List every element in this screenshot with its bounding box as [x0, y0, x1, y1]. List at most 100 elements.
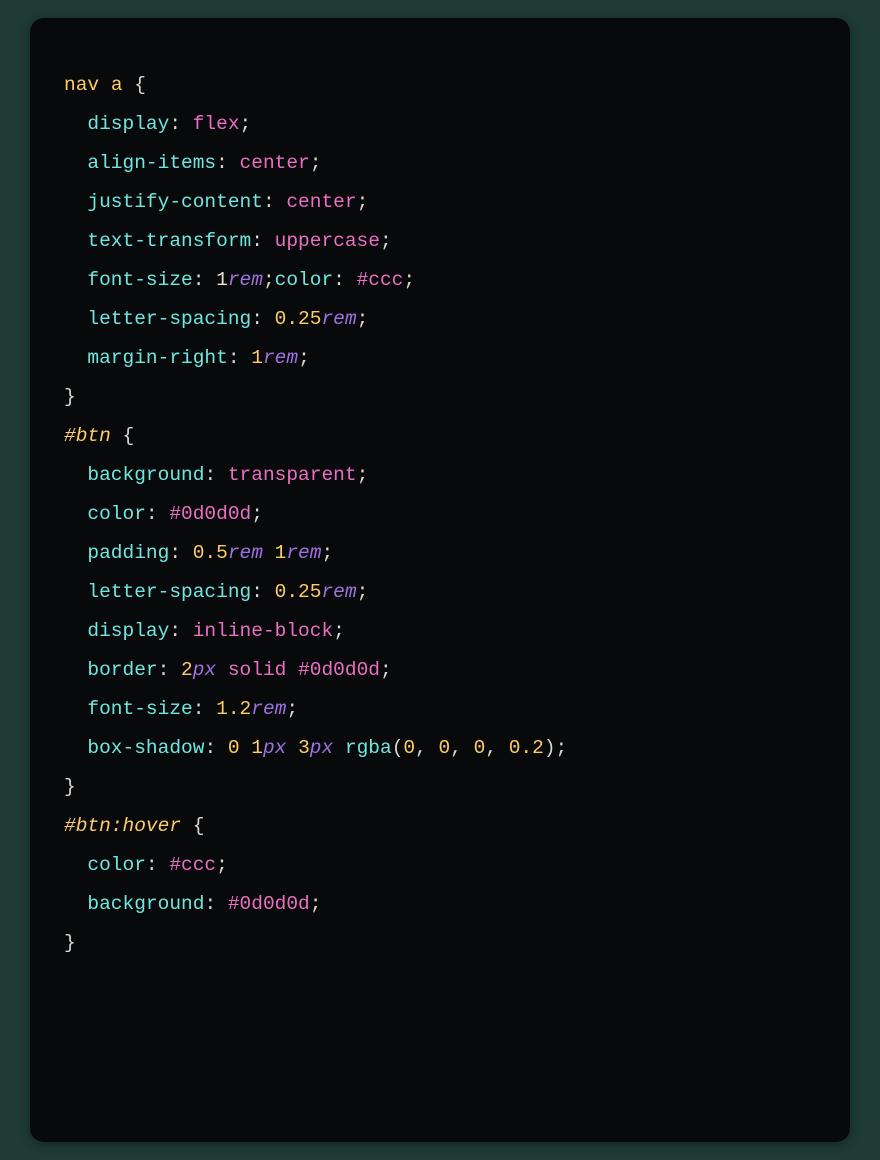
code-line: nav a {	[64, 74, 146, 96]
code-line: }	[64, 386, 76, 408]
selector: #btn	[64, 425, 111, 447]
colon: :	[146, 854, 158, 876]
semicolon: ;	[357, 308, 369, 330]
property: display	[87, 620, 169, 642]
unit: rem	[228, 542, 263, 564]
property: display	[87, 113, 169, 135]
semicolon: ;	[310, 152, 322, 174]
colon: :	[263, 191, 275, 213]
code-line: margin-right: 1rem;	[64, 347, 310, 369]
code-line: color: #0d0d0d;	[64, 503, 263, 525]
selector: #btn	[64, 815, 111, 837]
colon: :	[193, 698, 205, 720]
code-card: nav a { display: flex; align-items: cent…	[30, 18, 850, 1142]
number: 3	[298, 737, 310, 759]
property: padding	[87, 542, 169, 564]
function: rgba	[345, 737, 392, 759]
semicolon: ;	[357, 581, 369, 603]
colon: :	[216, 152, 228, 174]
colon: :	[251, 230, 263, 252]
unit: rem	[321, 581, 356, 603]
colon: :	[169, 542, 181, 564]
code-line: text-transform: uppercase;	[64, 230, 392, 252]
semicolon: ;	[216, 854, 228, 876]
property: font-size	[87, 698, 192, 720]
code-line: display: flex;	[64, 113, 251, 135]
unit: rem	[286, 542, 321, 564]
number: 0.5	[193, 542, 228, 564]
colon: :	[333, 269, 345, 291]
code-line: }	[64, 932, 76, 954]
property: color	[87, 503, 146, 525]
semicolon: ;	[251, 503, 263, 525]
paren-close: )	[544, 737, 556, 759]
number: 0.25	[275, 581, 322, 603]
code-line: border: 2px solid #0d0d0d;	[64, 659, 392, 681]
semicolon: ;	[403, 269, 415, 291]
semicolon: ;	[357, 464, 369, 486]
code-line: padding: 0.5rem 1rem;	[64, 542, 333, 564]
value: center	[286, 191, 356, 213]
number: 2	[181, 659, 193, 681]
colon: :	[204, 893, 216, 915]
number: 0	[228, 737, 240, 759]
property: color	[275, 269, 334, 291]
property: margin-right	[87, 347, 227, 369]
code-line: letter-spacing: 0.25rem;	[64, 308, 368, 330]
code-line: display: inline-block;	[64, 620, 345, 642]
colon: :	[169, 113, 181, 135]
brace-open: {	[193, 815, 205, 837]
code-line: background: transparent;	[64, 464, 368, 486]
code-line: font-size: 1rem;color: #ccc;	[64, 269, 415, 291]
property: letter-spacing	[87, 581, 251, 603]
property: box-shadow	[87, 737, 204, 759]
unit: rem	[251, 698, 286, 720]
semicolon: ;	[380, 230, 392, 252]
property: color	[87, 854, 146, 876]
code-line: letter-spacing: 0.25rem;	[64, 581, 368, 603]
number: 0	[439, 737, 451, 759]
comma: ,	[415, 737, 427, 759]
semicolon: ;	[310, 893, 322, 915]
brace-open: {	[134, 74, 146, 96]
unit: px	[263, 737, 286, 759]
code-line: font-size: 1.2rem;	[64, 698, 298, 720]
semicolon: ;	[321, 542, 333, 564]
code-line: #btn:hover {	[64, 815, 204, 837]
value: inline-block	[193, 620, 333, 642]
number: 1	[251, 737, 263, 759]
paren-open: (	[392, 737, 404, 759]
colon: :	[193, 269, 205, 291]
property: font-size	[87, 269, 192, 291]
semicolon: ;	[556, 737, 568, 759]
code-line: align-items: center;	[64, 152, 321, 174]
semicolon: ;	[263, 269, 275, 291]
unit: px	[310, 737, 333, 759]
value: flex	[193, 113, 240, 135]
property: background	[87, 464, 204, 486]
number: 0.25	[275, 308, 322, 330]
number: 1	[251, 347, 263, 369]
code-block: nav a { display: flex; align-items: cent…	[64, 66, 816, 963]
unit: px	[193, 659, 216, 681]
number: 0	[403, 737, 415, 759]
number: 1.2	[216, 698, 251, 720]
value: #0d0d0d	[169, 503, 251, 525]
value: transparent	[228, 464, 357, 486]
semicolon: ;	[380, 659, 392, 681]
value: #0d0d0d	[228, 893, 310, 915]
colon: :	[158, 659, 170, 681]
semicolon: ;	[286, 698, 298, 720]
value: solid	[228, 659, 287, 681]
code-line: justify-content: center;	[64, 191, 368, 213]
property: align-items	[87, 152, 216, 174]
brace-close: }	[64, 386, 76, 408]
unit: rem	[263, 347, 298, 369]
colon: :	[204, 737, 216, 759]
property: letter-spacing	[87, 308, 251, 330]
semicolon: ;	[333, 620, 345, 642]
unit: rem	[321, 308, 356, 330]
colon: :	[228, 347, 240, 369]
unit: rem	[228, 269, 263, 291]
property: justify-content	[87, 191, 263, 213]
